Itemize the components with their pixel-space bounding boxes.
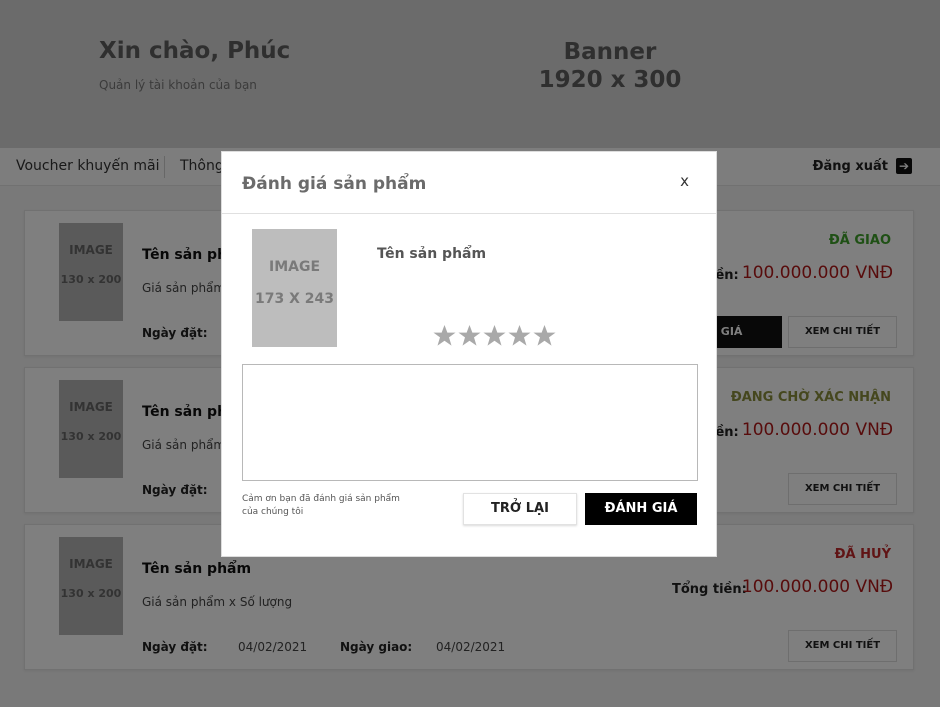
close-icon[interactable]: x	[680, 172, 689, 190]
review-textarea[interactable]	[242, 364, 698, 481]
review-modal: Đánh giá sản phẩm x IMAGE 173 X 243 Tên …	[221, 151, 717, 557]
star-icon[interactable]	[483, 324, 506, 347]
product-name: Tên sản phẩm	[377, 246, 487, 262]
product-image-placeholder: IMAGE 173 X 243	[252, 229, 337, 347]
star-icon[interactable]	[533, 324, 556, 347]
star-icon[interactable]	[508, 324, 531, 347]
image-size-label: 173 X 243	[255, 291, 334, 307]
star-rating	[433, 324, 556, 347]
submit-review-button[interactable]: ĐÁNH GIÁ	[585, 493, 697, 525]
image-label: IMAGE	[268, 259, 321, 275]
modal-title: Đánh giá sản phẩm	[242, 174, 427, 194]
star-icon[interactable]	[458, 324, 481, 347]
back-button[interactable]: TRỞ LẠI	[463, 493, 577, 525]
star-icon[interactable]	[433, 324, 456, 347]
modal-divider	[222, 213, 716, 214]
thanks-message: Cảm ơn bạn đã đánh giá sản phẩm của chún…	[242, 494, 400, 517]
